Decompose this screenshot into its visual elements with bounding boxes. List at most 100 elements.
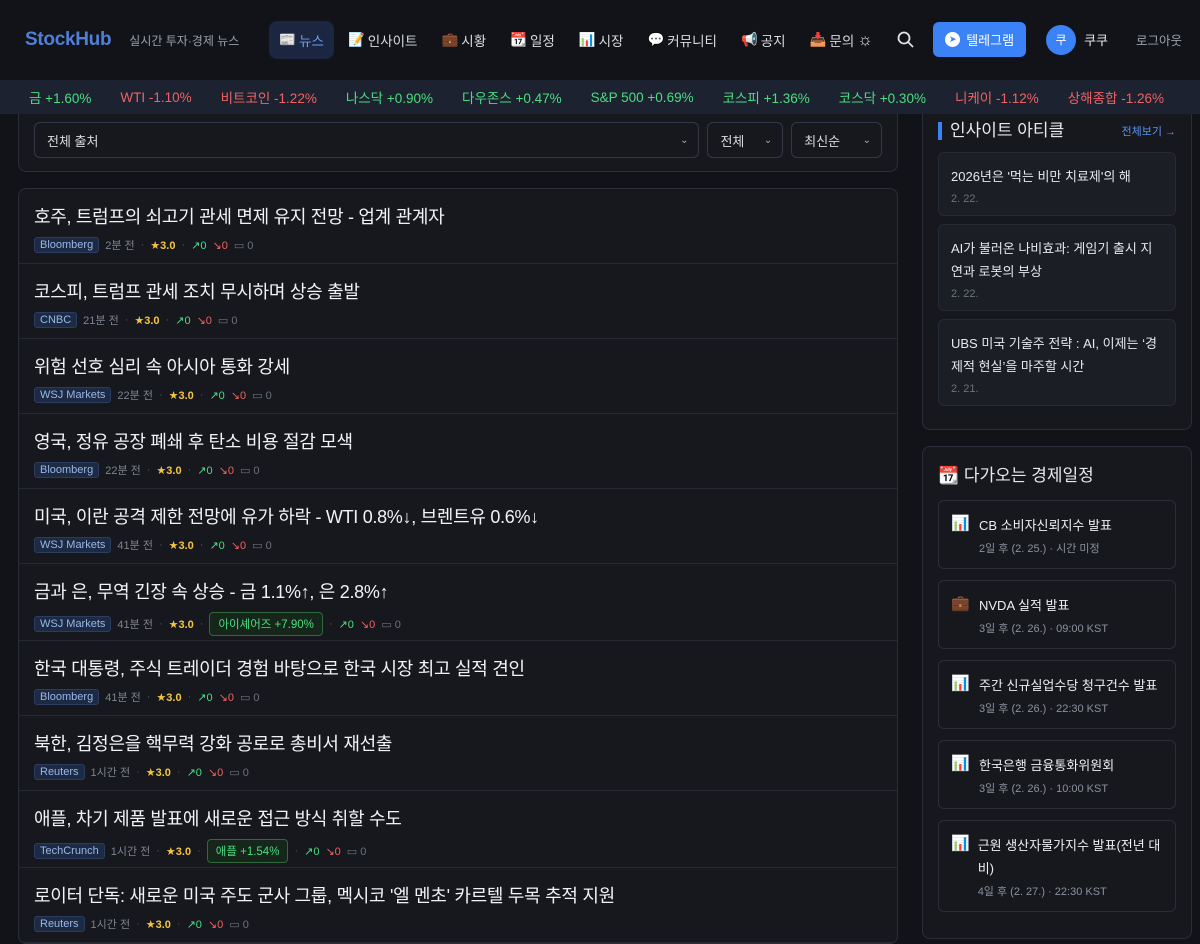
- news-title[interactable]: 애플, 차기 제품 발표에 새로운 접근 방식 취할 수도: [34, 805, 882, 831]
- ticker-item[interactable]: 상해종합 -1.26%: [1068, 87, 1164, 107]
- nav-item-2[interactable]: 💼시황: [431, 21, 496, 59]
- schedule-event[interactable]: 📊주간 신규실업수당 청구건수 발표3일 후 (2. 26.) · 22:30 …: [938, 660, 1176, 729]
- source-badge[interactable]: Reuters: [34, 764, 85, 780]
- news-item[interactable]: 금과 은, 무역 긴장 속 상승 - 금 1.1%↑, 은 2.8%↑ WSJ M…: [19, 564, 897, 641]
- source-badge[interactable]: TechCrunch: [34, 843, 105, 859]
- bullish-vote[interactable]: ↗0: [191, 239, 206, 252]
- bullish-vote[interactable]: ↗0: [187, 918, 202, 931]
- bullish-vote[interactable]: ↗0: [339, 618, 354, 631]
- ticker-item[interactable]: S&P 500 +0.69%: [591, 90, 694, 105]
- comments[interactable]: ▭ 0: [252, 389, 272, 402]
- news-item[interactable]: 호주, 트럼프의 쇠고기 관세 면제 유지 전망 - 업계 관계자 Bloombe…: [19, 189, 897, 264]
- source-badge[interactable]: WSJ Markets: [34, 616, 111, 632]
- comments[interactable]: ▭ 0: [229, 918, 249, 931]
- news-item[interactable]: 애플, 차기 제품 발표에 새로운 접근 방식 취할 수도TechCrunch1…: [19, 791, 897, 868]
- bearish-vote[interactable]: ↘0: [231, 389, 246, 402]
- bearish-vote[interactable]: ↘0: [208, 918, 223, 931]
- comments[interactable]: ▭ 0: [229, 766, 249, 779]
- bearish-vote[interactable]: ↘0: [197, 314, 212, 327]
- bearish-vote[interactable]: ↘0: [360, 618, 375, 631]
- ticker-item[interactable]: 비트코인 -1.22%: [221, 87, 317, 107]
- bullish-vote[interactable]: ↗0: [209, 389, 224, 402]
- nav-item-0[interactable]: 📰뉴스: [269, 21, 334, 59]
- ticker-item[interactable]: 니케이 -1.12%: [955, 87, 1039, 107]
- insight-article[interactable]: UBS 미국 기술주 전략 : AI, 이제는 ‘경제적 현실’을 마주할 시간…: [938, 319, 1176, 406]
- logout-link[interactable]: 로그아웃: [1136, 30, 1182, 49]
- nav-label: 공지: [761, 30, 786, 50]
- bearish-vote[interactable]: ↘0: [219, 691, 234, 704]
- source-badge[interactable]: Bloomberg: [34, 689, 99, 705]
- ticker-item[interactable]: 다우존스 +0.47%: [462, 87, 562, 107]
- bullish-vote[interactable]: ↗0: [187, 766, 202, 779]
- comments[interactable]: ▭ 0: [240, 464, 260, 477]
- bearish-vote[interactable]: ↘0: [219, 464, 234, 477]
- bullish-vote[interactable]: ↗0: [197, 464, 212, 477]
- theme-toggle-sun-icon[interactable]: ☼: [853, 28, 877, 52]
- comments[interactable]: ▭ 0: [218, 314, 238, 327]
- username[interactable]: 쿠쿠: [1084, 30, 1108, 49]
- source-badge[interactable]: WSJ Markets: [34, 537, 111, 553]
- nav-item-5[interactable]: 💬커뮤니티: [637, 21, 727, 59]
- news-title[interactable]: 코스피, 트럼프 관세 조치 무시하며 상승 출발: [34, 278, 882, 304]
- comments[interactable]: ▭ 0: [381, 618, 401, 631]
- news-item[interactable]: 코스피, 트럼프 관세 조치 무시하며 상승 출발CNBC21분 전·★3.0·…: [19, 264, 897, 339]
- news-title[interactable]: 미국, 이란 공격 제한 전망에 유가 하락 - WTI 0.8%↓, 브렌트유…: [34, 503, 882, 529]
- bearish-vote[interactable]: ↘0: [231, 539, 246, 552]
- comments[interactable]: ▭ 0: [240, 691, 260, 704]
- source-badge[interactable]: CNBC: [34, 312, 77, 328]
- schedule-event[interactable]: 📊한국은행 금융통화위원회3일 후 (2. 26.) · 10:00 KST: [938, 740, 1176, 809]
- news-item[interactable]: 위험 선호 심리 속 아시아 통화 강세WSJ Markets22분 전·★3.…: [19, 339, 897, 414]
- insight-article[interactable]: AI가 불러온 나비효과: 게임기 출시 지연과 로봇의 부상2. 22.: [938, 224, 1176, 311]
- news-title[interactable]: 북한, 김정은을 핵무력 강화 공로로 총비서 재선출: [34, 730, 882, 756]
- bullish-vote[interactable]: ↗0: [209, 539, 224, 552]
- comments[interactable]: ▭ 0: [252, 539, 272, 552]
- schedule-event[interactable]: 📊근원 생산자물가지수 발표(전년 대비)4일 후 (2. 27.) · 22:…: [938, 820, 1176, 912]
- news-title[interactable]: 호주, 트럼프의 쇠고기 관세 면제 유지 전망 - 업계 관계자: [34, 203, 882, 229]
- stock-chip[interactable]: 애플 +1.54%: [207, 839, 289, 863]
- news-title[interactable]: 금과 은, 무역 긴장 속 상승 - 금 1.1%↑, 은 2.8%↑: [34, 578, 882, 604]
- sort-select[interactable]: 최신순⌄: [791, 122, 882, 158]
- bearish-vote[interactable]: ↘0: [325, 845, 340, 858]
- news-title[interactable]: 한국 대통령, 주식 트레이더 경험 바탕으로 한국 시장 최고 실적 견인: [34, 655, 882, 681]
- ticker-item[interactable]: 나스닥 +0.90%: [346, 87, 433, 107]
- stock-chip[interactable]: 아이셰어즈 +7.90%: [209, 612, 322, 636]
- bullish-vote[interactable]: ↗0: [304, 845, 319, 858]
- source-badge[interactable]: WSJ Markets: [34, 387, 111, 403]
- ticker-item[interactable]: 금 +1.60%: [29, 87, 91, 107]
- news-title[interactable]: 로이터 단독: 새로운 미국 주도 군사 그룹, 멕시코 '엘 멘초' 카르텔 …: [34, 882, 882, 908]
- nav-item-6[interactable]: 📢공지: [731, 21, 796, 59]
- comments[interactable]: ▭ 0: [234, 239, 254, 252]
- source-badge[interactable]: Bloomberg: [34, 462, 99, 478]
- logo[interactable]: StockHub: [25, 29, 111, 51]
- bullish-count: 0: [348, 619, 354, 631]
- news-item[interactable]: 한국 대통령, 주식 트레이더 경험 바탕으로 한국 시장 최고 실적 견인 Bl…: [19, 641, 897, 716]
- source-badge[interactable]: Bloomberg: [34, 237, 99, 253]
- insight-article[interactable]: 2026년은 '먹는 비만 치료제'의 해2. 22.: [938, 152, 1176, 216]
- nav-item-3[interactable]: 📆일정: [500, 21, 565, 59]
- bullish-vote[interactable]: ↗0: [175, 314, 190, 327]
- ticker-item[interactable]: WTI -1.10%: [120, 90, 191, 105]
- schedule-event[interactable]: 💼NVDA 실적 발표3일 후 (2. 26.) · 09:00 KST: [938, 580, 1176, 649]
- avatar[interactable]: 쿠: [1046, 25, 1076, 55]
- nav-item-1[interactable]: 📝인사이트: [338, 21, 428, 59]
- search-icon[interactable]: [893, 28, 917, 52]
- nav-item-4[interactable]: 📊시장: [569, 21, 634, 59]
- news-item[interactable]: 로이터 단독: 새로운 미국 주도 군사 그룹, 멕시코 '엘 멘초' 카르텔 …: [19, 868, 897, 943]
- category-select[interactable]: 전체⌄: [707, 122, 783, 158]
- ticker-item[interactable]: 코스닥 +0.30%: [839, 87, 926, 107]
- source-badge[interactable]: Reuters: [34, 916, 85, 932]
- news-item[interactable]: 북한, 김정은을 핵무력 강화 공로로 총비서 재선출Reuters1시간 전·…: [19, 716, 897, 791]
- view-all-link[interactable]: 전체보기 →: [1121, 123, 1176, 139]
- news-item[interactable]: 미국, 이란 공격 제한 전망에 유가 하락 - WTI 0.8%↓, 브렌트유…: [19, 489, 897, 564]
- bearish-vote[interactable]: ↘0: [212, 239, 227, 252]
- comments[interactable]: ▭ 0: [347, 845, 367, 858]
- source-select[interactable]: 전체 출처⌄: [34, 122, 699, 158]
- bearish-vote[interactable]: ↘0: [208, 766, 223, 779]
- bullish-vote[interactable]: ↗0: [197, 691, 212, 704]
- news-title[interactable]: 위험 선호 심리 속 아시아 통화 강세: [34, 353, 882, 379]
- news-item[interactable]: 영국, 정유 공장 폐쇄 후 탄소 비용 절감 모색Bloomberg22분 전…: [19, 414, 897, 489]
- schedule-event[interactable]: 📊CB 소비자신뢰지수 발표2일 후 (2. 25.) · 시간 미정: [938, 500, 1176, 569]
- ticker-item[interactable]: 코스피 +1.36%: [723, 87, 810, 107]
- telegram-button[interactable]: ➤텔레그램: [933, 22, 1026, 57]
- news-title[interactable]: 영국, 정유 공장 폐쇄 후 탄소 비용 절감 모색: [34, 428, 882, 454]
